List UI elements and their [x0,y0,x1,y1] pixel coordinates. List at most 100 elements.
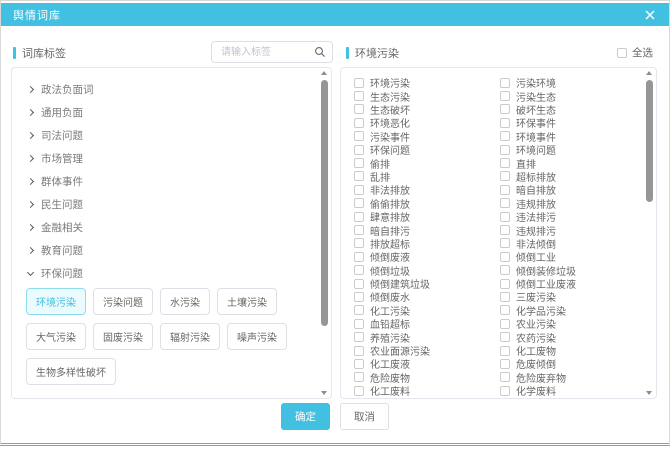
checkbox-item[interactable]: 危废倾倒 [500,357,632,370]
checkbox[interactable] [500,292,510,302]
checkbox-item[interactable]: 偷偷排放 [354,197,500,210]
checkbox[interactable] [354,305,364,315]
tag-button[interactable]: 生物多样性破坏 [26,358,116,385]
checkbox-item[interactable]: 污染事件 [354,130,500,143]
left-scrollbar[interactable] [319,71,329,395]
checkbox-item[interactable]: 倾倒废液 [354,250,500,263]
checkbox-item[interactable]: 废弃化学原料 [354,397,500,399]
checkbox[interactable] [354,198,364,208]
right-scrollbar[interactable] [644,71,654,395]
checkbox[interactable] [354,359,364,369]
tree-item[interactable]: 通用负面 [26,101,305,124]
checkbox-item[interactable]: 环境恶化 [354,116,500,129]
checkbox-item[interactable]: 环境问题 [500,143,632,156]
checkbox-item[interactable]: 暗自排污 [354,223,500,236]
checkbox[interactable] [354,386,364,396]
checkbox-item[interactable]: 化学废料 [500,384,632,397]
checkbox-item[interactable]: 养殖污染 [354,330,500,343]
scroll-up-icon[interactable] [321,71,327,75]
checkbox[interactable] [500,171,510,181]
scroll-up-icon[interactable] [646,71,652,75]
checkbox[interactable] [354,145,364,155]
tree-item[interactable]: 政法负面词 [26,78,305,101]
checkbox[interactable] [500,158,510,168]
checkbox-item[interactable]: 排放超标 [354,237,500,250]
checkbox[interactable] [354,292,364,302]
checkbox[interactable] [500,279,510,289]
checkbox-item[interactable]: 血铅超标 [354,317,500,330]
checkbox-item[interactable]: 三废污染 [500,290,632,303]
checkbox[interactable] [354,265,364,275]
tree-item[interactable]: 市场管理 [26,147,305,170]
scroll-down-icon[interactable] [321,391,327,395]
checkbox[interactable] [500,212,510,222]
checkbox-item[interactable]: 违规排污 [500,223,632,236]
confirm-button[interactable]: 确定 [281,403,330,430]
checkbox-item[interactable]: 偷排 [354,156,500,169]
checkbox[interactable] [500,225,510,235]
checkbox-item[interactable]: 化工废物 [500,344,632,357]
checkbox-item[interactable]: 生态污染 [354,89,500,102]
tag-button-selected[interactable]: 环境污染 [26,288,86,315]
checkbox-item[interactable]: 倾倒工业 [500,250,632,263]
checkbox-item[interactable]: 污染环境 [500,76,632,89]
checkbox-item[interactable]: 违规排放 [500,197,632,210]
checkbox-item[interactable]: 污染生态 [500,89,632,102]
checkbox[interactable] [500,78,510,88]
checkbox[interactable] [354,372,364,382]
checkbox-item[interactable]: 环保问题 [354,143,500,156]
checkbox-item[interactable]: 危险废弃物 [500,371,632,384]
checkbox-item[interactable]: 农药污染 [500,330,632,343]
checkbox-item[interactable]: 非法倾倒 [500,237,632,250]
checkbox-item[interactable]: 倾倒建筑垃圾 [354,277,500,290]
checkbox[interactable] [500,319,510,329]
checkbox[interactable] [354,212,364,222]
checkbox[interactable] [354,158,364,168]
checkbox-item[interactable]: 生态破坏 [354,103,500,116]
checkbox-item[interactable]: 化工废料 [354,384,500,397]
checkbox-item[interactable]: 直排 [500,156,632,169]
checkbox[interactable] [500,91,510,101]
search-icon[interactable] [314,45,326,63]
tree-item[interactable]: 群体事件 [26,170,305,193]
tree-item[interactable]: 民生问题 [26,193,305,216]
checkbox-item[interactable]: 化工废液 [354,357,500,370]
checkbox-item[interactable]: 化工污染 [354,304,500,317]
cancel-button[interactable]: 取消 [340,403,389,430]
checkbox-item[interactable]: 倾倒垃圾 [354,263,500,276]
checkbox[interactable] [500,372,510,382]
tag-button[interactable]: 固废污染 [93,323,153,350]
checkbox[interactable] [354,238,364,248]
checkbox-item[interactable]: 违法排污 [500,210,632,223]
tag-button[interactable]: 土壤污染 [217,288,277,315]
checkbox-item[interactable]: 非法排放 [354,183,500,196]
checkbox[interactable] [500,118,510,128]
checkbox-item[interactable]: 肆意排放 [354,210,500,223]
checkbox-item[interactable]: 倾倒废水 [354,290,500,303]
checkbox[interactable] [500,386,510,396]
checkbox[interactable] [500,185,510,195]
scrollbar-thumb[interactable] [646,80,653,202]
checkbox-item[interactable]: 农业面源污染 [354,344,500,357]
tree-item[interactable]: 金融相关 [26,216,305,239]
checkbox[interactable] [500,198,510,208]
tag-button[interactable]: 噪声污染 [227,323,287,350]
checkbox-item[interactable]: 倾倒装修垃圾 [500,263,632,276]
checkbox[interactable] [500,252,510,262]
checkbox-item[interactable]: 倾倒工业废液 [500,277,632,290]
checkbox[interactable] [354,131,364,141]
tag-button[interactable]: 辐射污染 [160,323,220,350]
close-icon[interactable] [643,8,657,22]
tree-item[interactable]: 司法问题 [26,124,305,147]
checkbox-item[interactable]: 化学品污染 [500,304,632,317]
checkbox[interactable] [354,346,364,356]
checkbox-item[interactable]: 环境污染 [354,76,500,89]
tag-button[interactable]: 大气污染 [26,323,86,350]
checkbox-item[interactable]: 环保事件 [500,116,632,129]
tag-button[interactable]: 污染问题 [93,288,153,315]
tag-button[interactable]: 水污染 [160,288,210,315]
checkbox-item[interactable]: 危险废物 [354,371,500,384]
checkbox-item[interactable]: 乱排 [354,170,500,183]
checkbox[interactable] [500,238,510,248]
checkbox[interactable] [354,171,364,181]
